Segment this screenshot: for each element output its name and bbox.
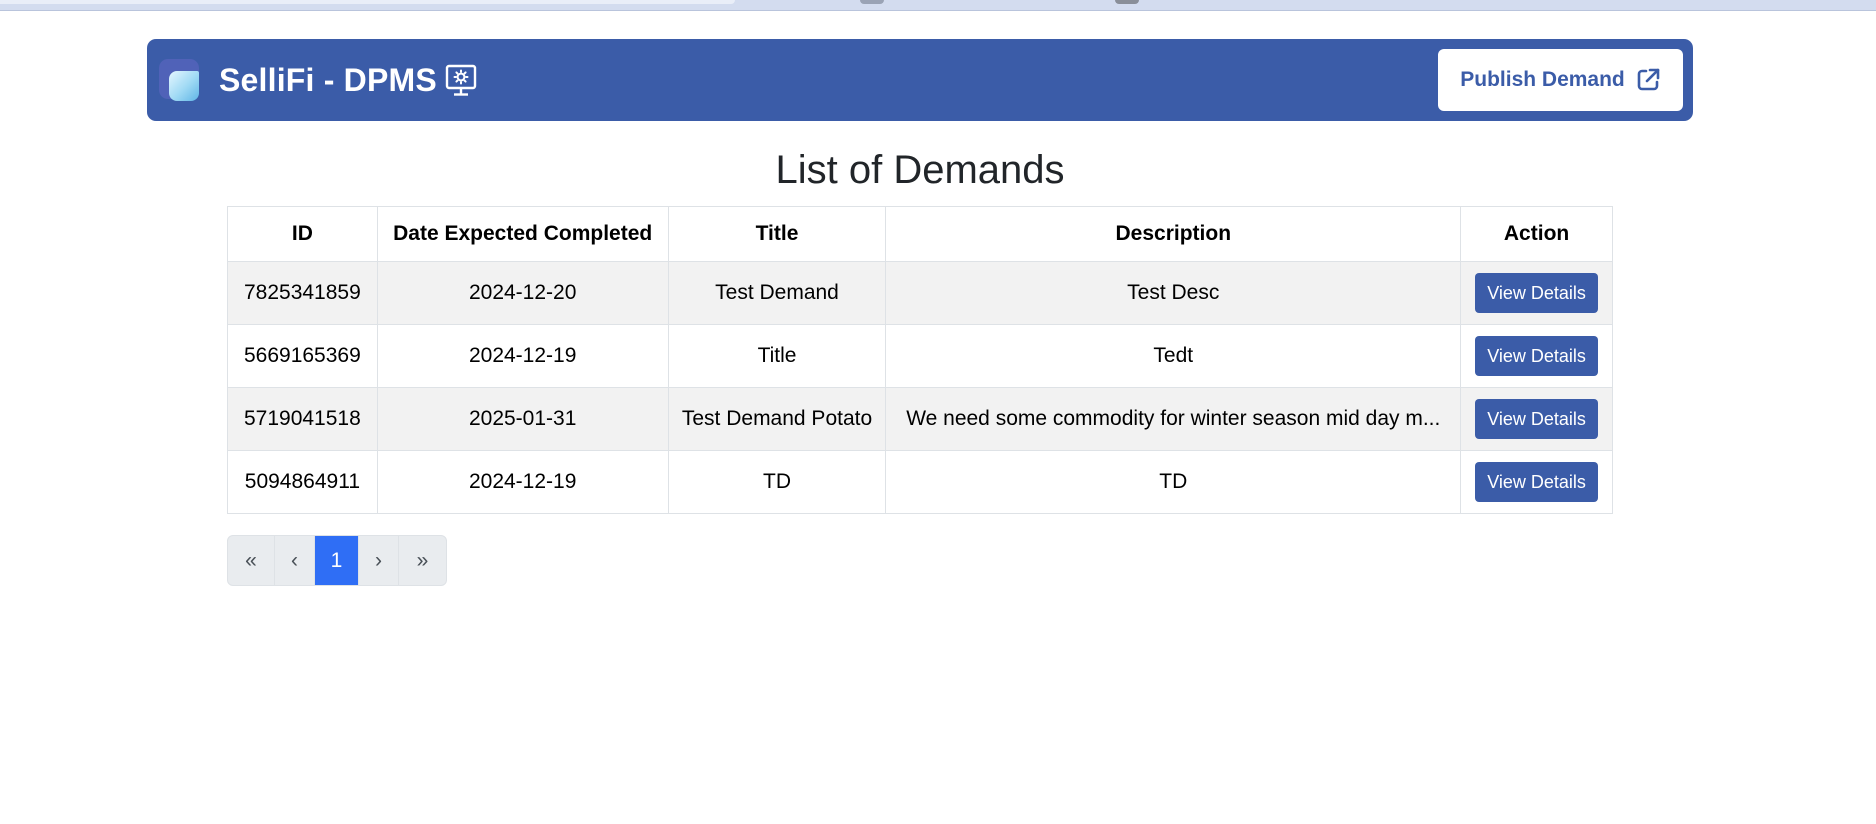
cell-description: Test Desc [885, 261, 1462, 325]
cell-description: TD [885, 450, 1462, 514]
cell-date: 2025-01-31 [376, 387, 669, 451]
table-row: 7825341859 2024-12-20 Test Demand Test D… [227, 261, 1613, 325]
pagination-prev-button[interactable]: ‹ [275, 536, 315, 585]
cell-id: 5669165369 [227, 324, 378, 388]
pagination-last-button[interactable]: » [399, 536, 446, 585]
pagination: « ‹ 1 › » [227, 535, 447, 586]
cell-id: 5094864911 [227, 450, 378, 514]
table-header-row: ID Date Expected Completed Title Descrip… [227, 206, 1613, 262]
browser-tab-strip [0, 0, 1876, 11]
brand[interactable]: SelliFi - DPMS [159, 59, 477, 101]
view-details-button[interactable]: View Details [1475, 462, 1598, 502]
column-header-title: Title [667, 206, 887, 262]
view-details-button[interactable]: View Details [1475, 273, 1598, 313]
pagination-page-1[interactable]: 1 [315, 536, 359, 585]
cell-title: Test Demand Potato [667, 387, 887, 451]
cell-description: Tedt [885, 324, 1462, 388]
demands-table: ID Date Expected Completed Title Descrip… [227, 206, 1613, 514]
pagination-first-button[interactable]: « [228, 536, 275, 585]
page-title: List of Demands [775, 148, 1065, 192]
browser-tab-favicon[interactable] [1115, 0, 1139, 4]
browser-tab-favicon[interactable] [860, 0, 884, 4]
table-row: 5094864911 2024-12-19 TD TD View Details [227, 450, 1613, 514]
cell-action: View Details [1460, 387, 1613, 451]
cell-title: Title [667, 324, 887, 388]
cell-description: We need some commodity for winter season… [885, 387, 1462, 451]
cell-date: 2024-12-20 [376, 261, 669, 325]
table-row: 5669165369 2024-12-19 Title Tedt View De… [227, 324, 1613, 388]
external-link-icon [1635, 67, 1661, 93]
browser-active-tab[interactable] [0, 0, 735, 4]
cell-title: TD [667, 450, 887, 514]
column-header-action: Action [1460, 206, 1613, 262]
publish-demand-button[interactable]: Publish Demand [1438, 49, 1683, 111]
cell-date: 2024-12-19 [376, 324, 669, 388]
top-navbar: SelliFi - DPMS Publish Demand [147, 39, 1693, 121]
table-row: 5719041518 2025-01-31 Test Demand Potato… [227, 387, 1613, 451]
cell-action: View Details [1460, 450, 1613, 514]
column-header-date: Date Expected Completed [376, 206, 669, 262]
publish-demand-label: Publish Demand [1460, 68, 1625, 91]
cell-action: View Details [1460, 324, 1613, 388]
cell-id: 5719041518 [227, 387, 378, 451]
monitor-gear-icon [445, 63, 477, 97]
column-header-description: Description [885, 206, 1462, 262]
view-details-button[interactable]: View Details [1475, 399, 1598, 439]
cell-title: Test Demand [667, 261, 887, 325]
column-header-id: ID [227, 206, 378, 262]
cell-date: 2024-12-19 [376, 450, 669, 514]
pagination-next-button[interactable]: › [359, 536, 399, 585]
cell-id: 7825341859 [227, 261, 378, 325]
cell-action: View Details [1460, 261, 1613, 325]
view-details-button[interactable]: View Details [1475, 336, 1598, 376]
app-logo [159, 59, 201, 101]
brand-title: SelliFi - DPMS [219, 61, 437, 98]
